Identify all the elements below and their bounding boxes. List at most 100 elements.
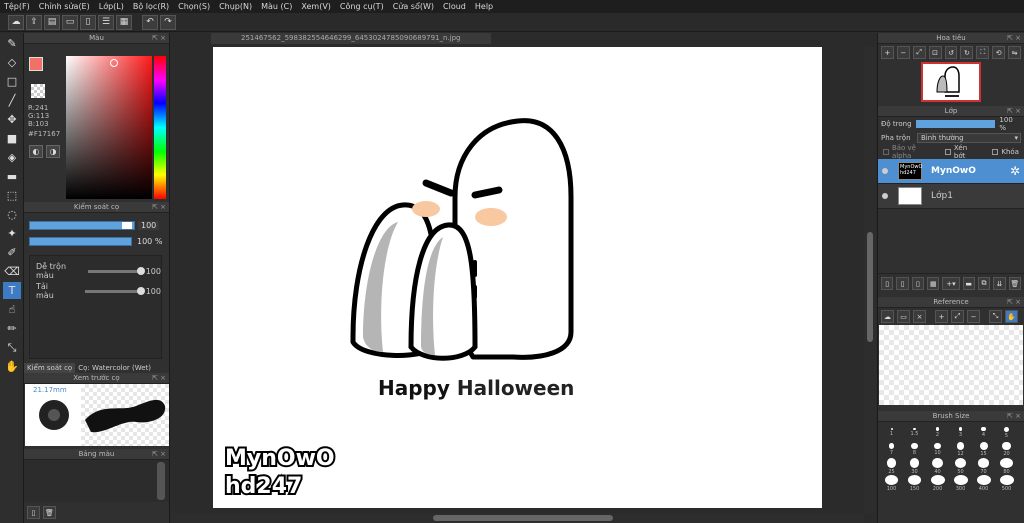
- move-tool-icon[interactable]: ✥: [3, 111, 21, 128]
- zoom-in-icon[interactable]: +: [935, 310, 948, 323]
- blend-slider[interactable]: [87, 266, 145, 275]
- eyedropper-icon[interactable]: ⤡: [3, 339, 21, 356]
- cloud-icon[interactable]: ☁: [8, 14, 24, 30]
- fill-rect-icon[interactable]: ■: [3, 130, 21, 147]
- brush-size-option[interactable]: 80: [995, 458, 1018, 475]
- ruler-tool-icon[interactable]: ✏: [3, 320, 21, 337]
- brush-size-option[interactable]: 150: [903, 475, 926, 492]
- clipping-checkbox[interactable]: [944, 149, 951, 155]
- cloud-reference-icon[interactable]: ☁: [881, 310, 894, 323]
- brush-size-option[interactable]: 50: [949, 458, 972, 475]
- menu-help[interactable]: Help: [475, 2, 493, 11]
- zoom-out-icon[interactable]: −: [967, 310, 980, 323]
- eyedropper-icon[interactable]: ⤡: [989, 310, 1002, 323]
- magic-wand-icon[interactable]: ✦: [3, 225, 21, 242]
- protect-alpha-checkbox[interactable]: [883, 149, 889, 155]
- new-layer-8bit-icon[interactable]: ▯: [896, 277, 909, 290]
- panel-menu-icon[interactable]: ⇱ ×: [1007, 33, 1021, 44]
- select-pen-icon[interactable]: ✐: [3, 244, 21, 261]
- tab-brush-name[interactable]: Cọ: Watercolor (Wet): [75, 363, 154, 373]
- navigator-thumbnail[interactable]: [921, 62, 981, 102]
- panel-menu-icon[interactable]: ⇱ ×: [152, 33, 166, 44]
- brush-size-option[interactable]: 15: [972, 441, 995, 458]
- menu-filter[interactable]: Bộ lọc(R): [133, 2, 169, 11]
- menu-file[interactable]: Tệp(F): [4, 2, 30, 11]
- menu-edit[interactable]: Chỉnh sửa(E): [39, 2, 90, 11]
- panel-menu-icon[interactable]: ⇱ ×: [1007, 411, 1021, 422]
- chat-icon[interactable]: ▤: [44, 14, 60, 30]
- horizontal-scrollbar[interactable]: [171, 513, 864, 523]
- brush-size-option[interactable]: 1.5: [903, 424, 926, 441]
- delete-layer-icon[interactable]: 🗑: [1008, 277, 1021, 290]
- gradient-tool-icon[interactable]: ▬: [3, 168, 21, 185]
- canvas[interactable]: Happy Halloween MynOwO hd247: [213, 47, 822, 508]
- load-slider[interactable]: [85, 286, 145, 295]
- layer-row[interactable]: MynOwO hd247 MynOwO ✲: [878, 159, 1024, 184]
- add-menu-icon[interactable]: +▾: [942, 277, 960, 290]
- brush-size-option[interactable]: 2: [926, 424, 949, 441]
- menu-color[interactable]: Màu (C): [261, 2, 292, 11]
- tab-brush-control[interactable]: Kiểm soát cọ: [24, 363, 76, 373]
- brush-size-option[interactable]: 10: [926, 441, 949, 458]
- brush-tool-icon[interactable]: ✎: [3, 35, 21, 52]
- eraser-tool-icon[interactable]: ◇: [3, 54, 21, 71]
- list-icon[interactable]: ☰: [98, 14, 114, 30]
- hand-tool-icon[interactable]: ✋: [1005, 310, 1018, 323]
- color-picker-cursor[interactable]: [110, 59, 118, 67]
- delete-palette-icon[interactable]: 🗑: [43, 506, 56, 519]
- duplicate-icon[interactable]: ⧉: [977, 277, 991, 290]
- palette-scrollbar[interactable]: [157, 462, 165, 500]
- flip-icon[interactable]: ⇋: [1008, 46, 1022, 59]
- rotate-left-icon[interactable]: ↺: [944, 46, 958, 59]
- reset-view-icon[interactable]: ⟲: [992, 46, 1006, 59]
- close-icon[interactable]: ×: [913, 310, 926, 323]
- eye-icon[interactable]: [882, 168, 888, 174]
- rect-tool-icon[interactable]: □: [3, 73, 21, 90]
- brush-size-value[interactable]: 100: [138, 221, 160, 230]
- brush-size-slider[interactable]: [29, 221, 135, 230]
- vertical-scrollbar[interactable]: [864, 47, 876, 513]
- layer-row[interactable]: Lớp1: [878, 184, 1024, 209]
- comment-icon[interactable]: ▭: [62, 14, 78, 30]
- export-icon[interactable]: ⇪: [26, 14, 42, 30]
- brush-size-option[interactable]: 8: [903, 441, 926, 458]
- brush-opacity-slider[interactable]: [29, 237, 132, 246]
- zoom-in-icon[interactable]: +: [881, 46, 894, 59]
- new-folder-icon[interactable]: ▦: [927, 277, 940, 290]
- panel-menu-icon[interactable]: ⇱ ×: [1007, 297, 1021, 308]
- menu-tool[interactable]: Công cụ(T): [340, 2, 384, 11]
- brush-size-option[interactable]: 20: [995, 441, 1018, 458]
- open-folder-icon[interactable]: ▭: [897, 310, 910, 323]
- hand-tool-icon[interactable]: ✋: [3, 358, 21, 375]
- lock-checkbox[interactable]: [992, 149, 999, 155]
- hand-select-icon[interactable]: ☝: [3, 301, 21, 318]
- brush-size-option[interactable]: 4: [972, 424, 995, 441]
- new-layer-1bit-icon[interactable]: ▯: [911, 277, 925, 290]
- rotate-right-icon[interactable]: ↻: [960, 46, 974, 59]
- select-eraser-icon[interactable]: ⌫: [3, 263, 21, 280]
- line-tool-icon[interactable]: ╱: [3, 92, 21, 109]
- actual-size-icon[interactable]: ⊡: [928, 46, 942, 59]
- panel-menu-icon[interactable]: ⇱ ×: [152, 373, 166, 384]
- merge-icon[interactable]: ⇊: [993, 277, 1006, 290]
- zoom-out-icon[interactable]: −: [896, 46, 910, 59]
- panel-menu-icon[interactable]: ⇱ ×: [152, 202, 166, 213]
- brush-size-option[interactable]: 400: [972, 475, 995, 492]
- menu-snap[interactable]: Chụp(N): [219, 2, 252, 11]
- brush-size-option[interactable]: 12: [949, 441, 972, 458]
- lasso-tool-icon[interactable]: ◌: [3, 206, 21, 223]
- menu-layer[interactable]: Lớp(L): [99, 2, 124, 11]
- layer-opacity-slider[interactable]: [915, 120, 996, 128]
- new-layer-icon[interactable]: ▯: [881, 277, 894, 290]
- select-rect-icon[interactable]: ⬚: [3, 187, 21, 204]
- menu-cloud[interactable]: Cloud: [443, 2, 466, 11]
- menu-view[interactable]: Xem(V): [301, 2, 331, 11]
- menu-select[interactable]: Chọn(S): [178, 2, 210, 11]
- color-swap-icon[interactable]: ◑: [46, 145, 60, 158]
- brush-size-option[interactable]: 40: [926, 458, 949, 475]
- color-wheel-icon[interactable]: ◐: [29, 145, 43, 158]
- brush-size-option[interactable]: 25: [880, 458, 903, 475]
- brush-size-option[interactable]: 30: [903, 458, 926, 475]
- panel-menu-icon[interactable]: ⇱ ×: [1007, 106, 1021, 117]
- redo-icon[interactable]: ↷: [160, 14, 176, 30]
